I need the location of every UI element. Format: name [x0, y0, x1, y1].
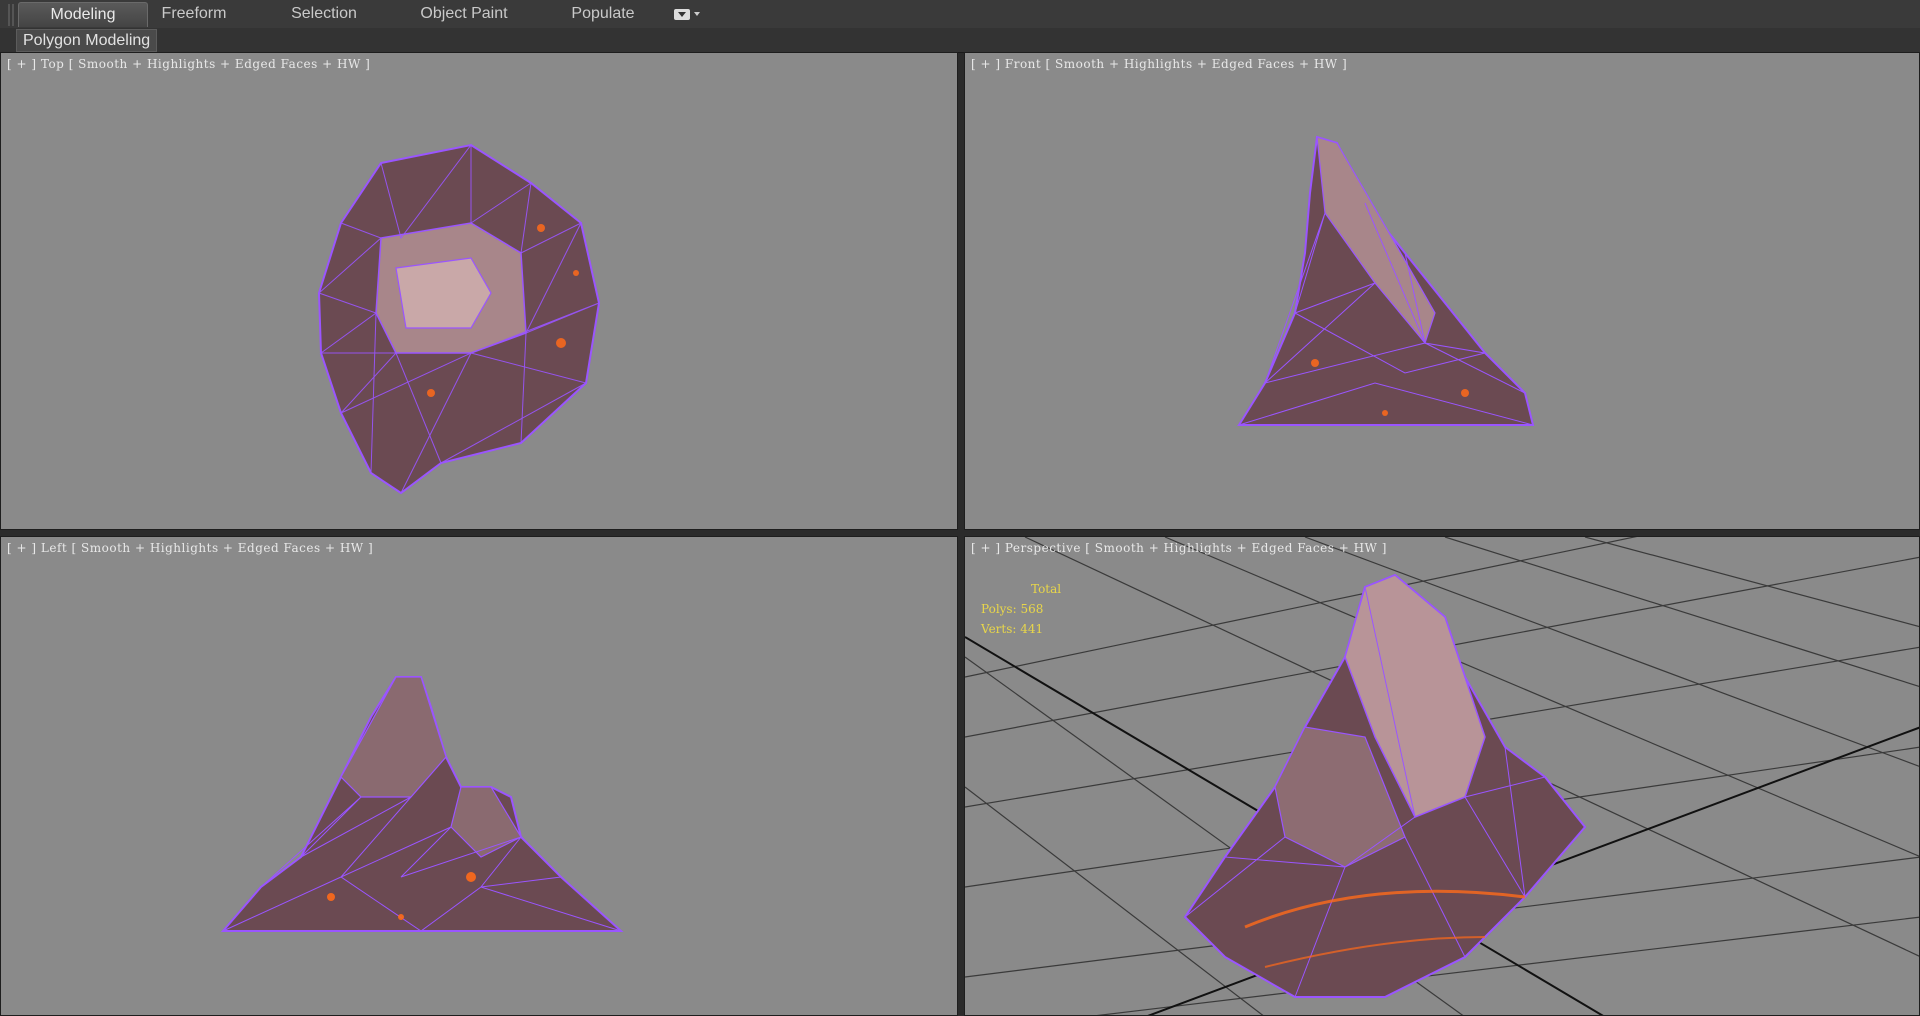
rock-model-left-view	[220, 676, 624, 932]
viewport-front[interactable]: [ + ] Front [ Smooth + Highlights + Edge…	[964, 52, 1920, 530]
ribbon-options-icon[interactable]	[674, 7, 704, 21]
viewport-view-name[interactable]: Perspective	[1005, 541, 1081, 555]
viewport-shading-mode[interactable]: [ Smooth + Highlights + Edged Faces + HW…	[1085, 541, 1387, 555]
tab-object-paint[interactable]: Object Paint	[408, 2, 520, 26]
polygon-modeling-panel-label[interactable]: Polygon Modeling	[16, 29, 158, 52]
stats-polys: Polys: 568	[981, 602, 1044, 616]
scene-statistics: Total Polys: 568 Verts: 441	[981, 579, 1061, 639]
viewport-top[interactable]: [ + ] Top [ Smooth + Highlights + Edged …	[0, 52, 958, 530]
ribbon-tab-bar: Modeling Freeform Selection Object Paint…	[0, 0, 1920, 29]
ribbon-panel: Polygon Modeling	[0, 28, 1920, 53]
ribbon-grip-handle[interactable]	[8, 4, 14, 26]
tab-freeform[interactable]: Freeform	[148, 2, 240, 26]
tab-modeling[interactable]: Modeling	[18, 2, 148, 27]
viewport-label-perspective: [ + ] Perspective [ Smooth + Highlights …	[971, 541, 1387, 555]
stats-verts: Verts: 441	[981, 622, 1044, 636]
viewport-menu-plus[interactable]: [ + ]	[971, 541, 1001, 555]
stats-title: Total	[1031, 582, 1062, 596]
viewport-left[interactable]: [ + ] Left [ Smooth + Highlights + Edged…	[0, 536, 958, 1016]
rock-model-front-view	[1237, 135, 1535, 426]
rock-model-perspective-view	[1183, 573, 1587, 998]
tab-selection[interactable]: Selection	[274, 2, 374, 26]
rock-model-top-view	[317, 143, 601, 495]
tab-populate[interactable]: Populate	[560, 2, 646, 26]
viewport-perspective[interactable]: [ + ] Perspective [ Smooth + Highlights …	[964, 536, 1920, 1016]
